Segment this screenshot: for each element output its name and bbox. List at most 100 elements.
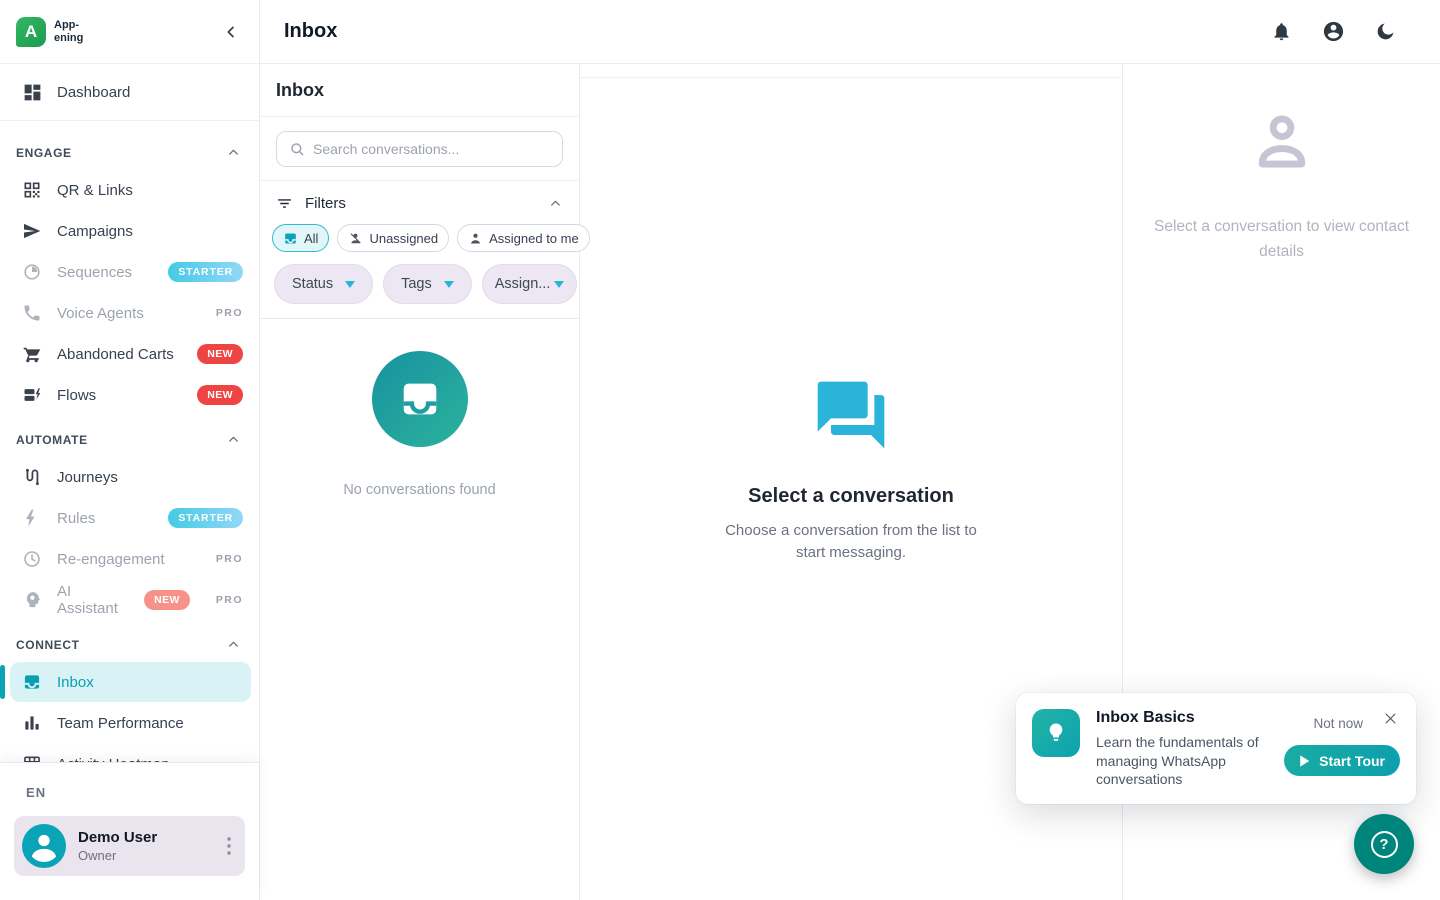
- flows-icon: [22, 385, 43, 406]
- clock-icon: [22, 549, 43, 570]
- section-title: CONNECT: [16, 638, 80, 652]
- lightbulb-icon: [1032, 709, 1080, 757]
- help-button[interactable]: ?: [1354, 814, 1414, 874]
- sidebar-item-rules[interactable]: Rules STARTER: [0, 498, 259, 538]
- sidebar-item-label: Rules: [57, 510, 95, 527]
- user-name: Demo User: [78, 829, 209, 846]
- sidebar-item-team-performance[interactable]: Team Performance: [0, 703, 259, 743]
- brand-logo: A App- ening: [16, 17, 83, 47]
- filter-chip-all[interactable]: All: [272, 224, 329, 252]
- sidebar-item-label: Journeys: [57, 469, 118, 486]
- sidebar-item-campaigns[interactable]: Campaigns: [0, 211, 259, 251]
- inbox-chat-icon: [283, 231, 298, 246]
- sidebar-item-flows[interactable]: Flows NEW: [0, 375, 259, 415]
- sidebar-item-sequences[interactable]: Sequences STARTER: [0, 252, 259, 292]
- lightning-bolt-icon: [22, 508, 43, 529]
- chat-empty-subtitle: Choose a conversation from the list to s…: [715, 520, 987, 564]
- section-header-automate[interactable]: AUTOMATE: [0, 416, 259, 457]
- chip-label: Unassigned: [369, 231, 438, 246]
- pro-label: PRO: [216, 553, 243, 565]
- page-title: Inbox: [284, 20, 337, 43]
- empty-list-text: No conversations found: [343, 482, 495, 498]
- chevron-up-icon: [226, 145, 241, 160]
- search-input[interactable]: [313, 141, 550, 157]
- notifications-bell-icon[interactable]: [1271, 21, 1292, 42]
- new-badge: NEW: [144, 590, 190, 610]
- more-vertical-icon[interactable]: [221, 833, 237, 859]
- chevron-up-icon: [226, 432, 241, 447]
- tour-actions: Not now Start Tour: [1284, 709, 1400, 788]
- sidebar-collapse-button[interactable]: [217, 18, 245, 46]
- sidebar-item-label: Voice Agents: [57, 305, 144, 322]
- sidebar-item-label: Flows: [57, 387, 96, 404]
- brand-name-line1: App-: [54, 19, 83, 31]
- filter-icon: [276, 195, 293, 212]
- filter-chips-row: All Unassigned Assigned to: [272, 224, 567, 252]
- search-box: [276, 131, 563, 167]
- status-dropdown[interactable]: Status: [274, 264, 373, 304]
- details-empty-text: Select a conversation to view contact de…: [1136, 215, 1428, 265]
- play-icon: [1299, 755, 1310, 767]
- sidebar-logo-row: A App- ening: [0, 0, 259, 64]
- sidebar-item-abandoned-carts[interactable]: Abandoned Carts NEW: [0, 334, 259, 374]
- sidebar-item-voice-agents[interactable]: Voice Agents PRO: [0, 293, 259, 333]
- assignee-dropdown[interactable]: Assign...: [482, 264, 578, 304]
- section-title: ENGAGE: [16, 146, 72, 160]
- sidebar: A App- ening Dashboard: [0, 0, 260, 900]
- person-icon: [468, 231, 483, 246]
- dropdown-label: Assign...: [495, 276, 551, 292]
- start-tour-button[interactable]: Start Tour: [1284, 745, 1400, 776]
- sidebar-nav: Dashboard ENGAGE QR & Links Camp: [0, 64, 259, 762]
- dark-mode-moon-icon[interactable]: [1375, 21, 1396, 42]
- tour-popup: Inbox Basics Learn the fundamentals of m…: [1016, 693, 1416, 804]
- chip-label: Assigned to me: [489, 231, 579, 246]
- sidebar-item-inbox[interactable]: Inbox: [10, 662, 251, 702]
- filter-dropdowns-row: Status Tags Assign...: [272, 264, 567, 304]
- sidebar-item-ai-assistant[interactable]: AI Assistant NEW PRO: [0, 580, 259, 620]
- account-circle-icon[interactable]: [1322, 20, 1345, 43]
- new-badge: NEW: [197, 385, 243, 405]
- sidebar-item-qr-links[interactable]: QR & Links: [0, 170, 259, 210]
- sidebar-item-label: Team Performance: [57, 715, 184, 732]
- divider: [0, 120, 259, 121]
- filters-header[interactable]: Filters: [272, 193, 567, 224]
- chat-header-placeholder: [580, 64, 1122, 78]
- brand-logo-icon: A: [16, 17, 46, 47]
- pro-label: PRO: [216, 307, 243, 319]
- tour-description: Learn the fundamentals of managing Whats…: [1096, 733, 1266, 788]
- language-label[interactable]: EN: [14, 785, 245, 800]
- chat-empty-title: Select a conversation: [748, 485, 954, 508]
- user-meta: Demo User Owner: [78, 829, 209, 863]
- tour-title: Inbox Basics: [1096, 709, 1268, 727]
- chevron-up-icon: [226, 637, 241, 652]
- start-tour-label: Start Tour: [1319, 753, 1385, 769]
- section-header-engage[interactable]: ENGAGE: [0, 129, 259, 170]
- filter-chip-unassigned[interactable]: Unassigned: [337, 224, 449, 252]
- journeys-route-icon: [22, 467, 43, 488]
- user-avatar: [22, 824, 66, 868]
- sidebar-item-label: Abandoned Carts: [57, 346, 174, 363]
- section-title: AUTOMATE: [16, 433, 88, 447]
- tour-text: Inbox Basics Learn the fundamentals of m…: [1096, 709, 1268, 788]
- shopping-cart-icon: [22, 344, 43, 365]
- user-card[interactable]: Demo User Owner: [14, 816, 245, 876]
- filter-chip-assigned-to-me[interactable]: Assigned to me: [457, 224, 590, 252]
- qr-code-icon: [22, 180, 43, 201]
- sidebar-item-journeys[interactable]: Journeys: [0, 457, 259, 497]
- sidebar-item-dashboard[interactable]: Dashboard: [0, 72, 259, 112]
- sidebar-item-label: Re-engagement: [57, 551, 165, 568]
- section-header-connect[interactable]: CONNECT: [0, 621, 259, 662]
- sidebar-item-activity-heatmap[interactable]: Activity Heatmap: [0, 744, 259, 762]
- close-icon[interactable]: [1381, 709, 1400, 728]
- tags-dropdown[interactable]: Tags: [383, 264, 472, 304]
- sidebar-item-label: Sequences: [57, 264, 132, 281]
- caret-down-icon: [554, 281, 564, 288]
- empty-inbox-icon: [372, 351, 468, 447]
- forum-chat-bubbles-icon: [811, 375, 891, 455]
- dropdown-label: Status: [292, 276, 333, 292]
- filters-section: Filters All: [260, 181, 579, 319]
- sidebar-item-re-engagement[interactable]: Re-engagement PRO: [0, 539, 259, 579]
- chip-label: All: [304, 231, 318, 246]
- tour-top-row: Not now: [1313, 709, 1400, 731]
- not-now-button[interactable]: Not now: [1313, 716, 1363, 731]
